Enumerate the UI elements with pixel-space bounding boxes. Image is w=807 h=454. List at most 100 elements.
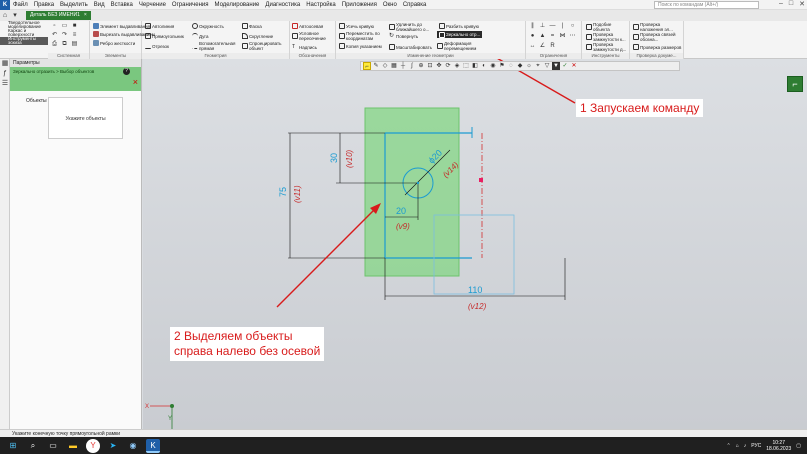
circle-button[interactable]: Окружность (192, 23, 224, 29)
deform-move-button[interactable]: Деформация перемещением (437, 41, 479, 51)
document-tab[interactable]: Деталь БЕЗ ИМЕНИ1 × (26, 11, 91, 20)
pencil-icon[interactable]: ✎ (372, 62, 380, 70)
closure-check-2-button[interactable]: Проверка замкнутости д... (586, 42, 628, 52)
inscription-button[interactable]: T Надпись (292, 44, 317, 50)
rectangle-button[interactable]: Прямоугольник (145, 33, 184, 39)
funnel-filter-icon[interactable]: ▼ (552, 62, 560, 70)
equal-icon[interactable]: = (549, 33, 556, 40)
move-by-coords-button[interactable]: Переместить по координатам (339, 31, 389, 41)
color-icon[interactable]: ◆ (516, 62, 524, 70)
chamfer-button[interactable]: Фаска (242, 23, 262, 29)
clock[interactable]: 10:27 18.06.2023 (766, 440, 791, 452)
tray-chevron-icon[interactable]: ⌃ (726, 443, 730, 449)
telegram-icon[interactable]: ➤ (106, 439, 120, 453)
display-mode-icon[interactable]: ◧ (471, 62, 479, 70)
menu-applications[interactable]: Приложения (339, 2, 380, 8)
fillet-button[interactable]: Скругление (242, 33, 273, 39)
tree-icon[interactable]: ▦ (0, 59, 10, 69)
undo-icon[interactable]: ↶ (51, 32, 58, 39)
pan-icon[interactable]: ✥ (435, 62, 443, 70)
dimension-icon[interactable]: ↔ (529, 43, 536, 50)
section-icon[interactable]: ◐ (480, 62, 488, 70)
tangent-icon[interactable]: ○ (569, 23, 576, 30)
rib-button[interactable]: Ребро жесткости (93, 40, 135, 46)
autoline-button[interactable]: Автолиния (145, 23, 174, 29)
paste-icon[interactable]: ▤ (71, 41, 78, 48)
command-search-input[interactable]: Поиск по командам (Alt+/) (654, 1, 759, 9)
drawing-canvas[interactable]: 30 (v10) 75 (v11) ϕ20 (v14) 20 (v9) 110 … (143, 59, 807, 429)
angle-icon[interactable]: ∠ (539, 43, 546, 50)
rotate-button[interactable]: ↻ Повернуть (389, 33, 418, 39)
segment-button[interactable]: Отрезок (145, 43, 169, 49)
vertical-icon[interactable]: | (559, 23, 566, 30)
split-curve-button[interactable]: Разбить кривую (439, 23, 479, 29)
fix-icon[interactable]: ▲ (539, 33, 546, 40)
print-icon[interactable]: ⎙ (51, 41, 58, 48)
maximize-icon[interactable]: □ (789, 0, 793, 10)
search-icon[interactable]: ⌕ (26, 439, 40, 453)
app-icon[interactable]: ◉ (126, 439, 140, 453)
menu-constraints[interactable]: Ограничения (169, 2, 212, 8)
cancel-icon[interactable]: ✕ (570, 62, 578, 70)
filter-icon[interactable]: ⚑ (498, 62, 506, 70)
arc-button[interactable]: Дуга (192, 33, 208, 39)
collinear-icon[interactable]: ⋯ (569, 33, 576, 40)
check-icon[interactable]: ✓ (561, 62, 569, 70)
similar-object-button[interactable]: Подобие объекта (586, 22, 628, 32)
copy-by-pick-button[interactable]: Копия указанием (339, 43, 389, 49)
radius-icon[interactable]: R (549, 43, 556, 50)
copy-icon[interactable]: ⧉ (61, 41, 68, 48)
perpendicular-icon[interactable]: ⊥ (539, 23, 546, 30)
redo-icon[interactable]: ↷ (61, 32, 68, 39)
menu-view[interactable]: Вид (91, 2, 108, 8)
windows-start-icon[interactable]: ⊞ (6, 439, 20, 453)
overlap-check-button[interactable]: Проверка наложения эл... (633, 22, 683, 32)
grid-icon[interactable]: ▦ (390, 62, 398, 70)
mode-sketch-tools[interactable]: Инструменты эскиза (0, 36, 48, 45)
visibility-icon[interactable]: ◉ (489, 62, 497, 70)
menu-file[interactable]: Файл (10, 2, 31, 8)
measure-icon[interactable]: ⌖ (534, 62, 542, 70)
parallel-icon[interactable]: ∥ (529, 23, 536, 30)
properties-icon[interactable]: ≡ (71, 32, 78, 39)
menu-modeling[interactable]: Моделирование (212, 2, 263, 8)
network-icon[interactable]: ⌂ (736, 443, 739, 449)
ortho-icon[interactable]: ┼ (399, 62, 407, 70)
zoom-window-icon[interactable]: ⊡ (426, 62, 434, 70)
hide-icon[interactable]: ◌ (507, 62, 515, 70)
horizontal-icon[interactable]: — (549, 23, 556, 30)
menu-window[interactable]: Окно (380, 2, 400, 8)
zoom-in-icon[interactable]: ⊕ (417, 62, 425, 70)
light-icon[interactable]: ☼ (525, 62, 533, 70)
scale-button[interactable]: Масштабировать (389, 44, 432, 50)
menu-help[interactable]: Справка (400, 2, 430, 8)
language-indicator[interactable]: РУС (751, 443, 761, 449)
menu-diagnostics[interactable]: Диагностика (262, 2, 303, 8)
help-icon[interactable]: ? (123, 68, 130, 75)
symmetry-icon[interactable]: ⋈ (559, 33, 566, 40)
conditional-intersection-button[interactable]: Условное пересечение (292, 31, 335, 41)
file-explorer-icon[interactable]: ▬ (66, 439, 80, 453)
menu-select[interactable]: Выделить (57, 2, 91, 8)
exit-sketch-button[interactable]: ⌐ (787, 76, 803, 92)
select-filter-icon[interactable]: ▽ (543, 62, 551, 70)
links-check-button[interactable]: Проверка связей обозна... (633, 32, 683, 42)
new-doc-icon[interactable]: ▫ (51, 23, 58, 30)
normal-view-icon[interactable]: ⬚ (462, 62, 470, 70)
extend-button[interactable]: Удлинить до ближайшего о... (389, 22, 439, 32)
task-view-icon[interactable]: ▭ (46, 439, 60, 453)
close-command-icon[interactable]: × (133, 78, 138, 87)
project-object-button[interactable]: Спроецировать объект (242, 41, 288, 51)
menu-edit[interactable]: Правка (31, 2, 57, 8)
auto-axis-button[interactable]: Автоосевая (292, 23, 323, 29)
spline-icon[interactable]: ∫ (408, 62, 416, 70)
tab-close-icon[interactable]: × (84, 11, 87, 20)
sketch-mode-icon[interactable]: ⌐ (363, 62, 371, 70)
auxiliary-line-button[interactable]: Вспомогательная прямая (192, 41, 238, 51)
rotate-view-icon[interactable]: ⟳ (444, 62, 452, 70)
minimize-icon[interactable]: – (779, 0, 783, 10)
menu-drawing[interactable]: Черчение (136, 2, 169, 8)
save-icon[interactable]: ■ (71, 23, 78, 30)
menu-settings[interactable]: Настройка (303, 2, 339, 8)
closure-check-button[interactable]: Проверка замкнутости к... (586, 32, 628, 42)
